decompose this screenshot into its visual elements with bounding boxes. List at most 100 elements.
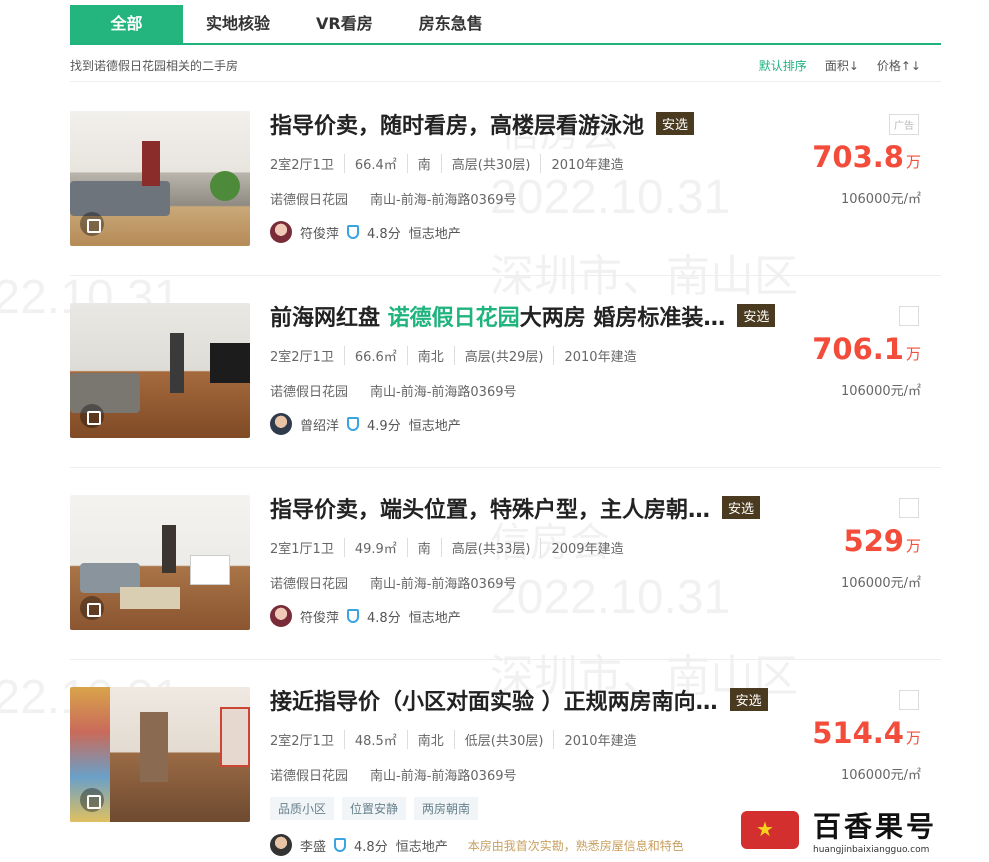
site-logo: 百香果号 huangjinbaixiangguo.com bbox=[735, 802, 975, 858]
agent-name[interactable]: 曾绍洋 bbox=[300, 415, 339, 434]
layout-text: 2室2厅1卫 bbox=[270, 158, 334, 173]
sort-default[interactable]: 默认排序 bbox=[759, 57, 807, 74]
listing-attributes: 2室2厅1卫 66.4㎡ 南 高层(共30层) 2010年建造 bbox=[270, 154, 634, 173]
sort-options: 默认排序 面积↓ 价格↑↓ bbox=[759, 57, 921, 74]
layout-text: 2室1厅1卫 bbox=[270, 542, 334, 557]
agency-name: 恒志地产 bbox=[408, 226, 461, 242]
address-text: 南山-前海-前海路0369号 bbox=[370, 577, 517, 592]
listing-title[interactable]: 指导价卖，端头位置，特殊户型，主人房朝… 安选 bbox=[270, 492, 761, 524]
feature-tag: 品质小区 bbox=[270, 797, 335, 820]
total-price: 703.8 万 bbox=[812, 140, 921, 174]
avatar[interactable] bbox=[270, 221, 292, 243]
floor-text: 高层(共30层) bbox=[440, 154, 541, 173]
layout-text: 2室2厅1卫 bbox=[270, 734, 334, 749]
floor-text: 低层(共30层) bbox=[453, 730, 554, 749]
build-year-text: 2010年建造 bbox=[540, 154, 633, 173]
agency-name: 恒志地产 bbox=[395, 839, 448, 855]
feature-tag: 两房朝南 bbox=[414, 797, 479, 820]
vr-icon bbox=[80, 212, 104, 236]
tab-vr[interactable]: VR看房 bbox=[293, 5, 396, 43]
ad-label bbox=[899, 690, 919, 710]
listing-location: 诺德假日花园 南山-前海-前海路0369号 bbox=[270, 765, 516, 784]
ad-label bbox=[899, 306, 919, 326]
listing-title[interactable]: 前海网红盘 诺德假日花园大两房 婚房标准装… 安选 bbox=[270, 300, 776, 332]
sort-price[interactable]: 价格↑↓ bbox=[877, 57, 921, 74]
anxuan-badge: 安选 bbox=[722, 496, 761, 519]
build-year-text: 2009年建造 bbox=[540, 538, 633, 557]
agency-name: 恒志地产 bbox=[408, 610, 461, 626]
agent-score: 4.8分 bbox=[367, 610, 401, 626]
anxuan-badge: 安选 bbox=[737, 304, 776, 327]
address-text: 南山-前海-前海路0369号 bbox=[370, 769, 517, 784]
community-link[interactable]: 诺德假日花园 bbox=[270, 573, 348, 592]
orientation-text: 南 bbox=[406, 154, 441, 173]
total-price: 514.4 万 bbox=[812, 716, 921, 750]
orientation-text: 南北 bbox=[406, 730, 454, 749]
area-text: 66.4㎡ bbox=[343, 154, 407, 173]
agency-name: 恒志地产 bbox=[408, 418, 461, 434]
listing-title[interactable]: 指导价卖，随时看房，高楼层看游泳池 安选 bbox=[270, 108, 695, 140]
listing-attributes: 2室2厅1卫 66.6㎡ 南北 高层(共29层) 2010年建造 bbox=[270, 346, 647, 365]
agent-info: 符俊萍 4.8分 恒志地产 bbox=[270, 221, 461, 243]
tab-all[interactable]: 全部 bbox=[70, 5, 183, 43]
vr-icon bbox=[80, 596, 104, 620]
listing-card[interactable]: 前海网红盘 诺德假日花园大两房 婚房标准装… 安选 2室2厅1卫 66.6㎡ 南北… bbox=[70, 276, 941, 468]
unit-price: 106000元/㎡ bbox=[840, 384, 921, 399]
unit-price: 106000元/㎡ bbox=[840, 192, 921, 207]
vr-icon bbox=[80, 404, 104, 428]
layout-text: 2室2厅1卫 bbox=[270, 350, 334, 365]
area-text: 49.9㎡ bbox=[343, 538, 407, 557]
listing-photo[interactable] bbox=[70, 111, 250, 246]
listing-title[interactable]: 接近指导价（小区对面实验 ）正规两房南向… 安选 bbox=[270, 684, 768, 716]
agent-info: 符俊萍 4.8分 恒志地产 bbox=[270, 605, 461, 627]
unit-price: 106000元/㎡ bbox=[840, 576, 921, 591]
avatar[interactable] bbox=[270, 605, 292, 627]
community-link[interactable]: 诺德假日花园 bbox=[270, 189, 348, 208]
listing-photo[interactable] bbox=[70, 303, 250, 438]
listing-card[interactable]: 指导价卖，端头位置，特殊户型，主人房朝… 安选 2室1厅1卫 49.9㎡ 南 高层… bbox=[70, 468, 941, 660]
listing-card[interactable]: 指导价卖，随时看房，高楼层看游泳池 安选 广告 2室2厅1卫 66.4㎡ 南 高层… bbox=[70, 84, 941, 276]
area-text: 48.5㎡ bbox=[343, 730, 407, 749]
sort-area[interactable]: 面积↓ bbox=[825, 57, 859, 74]
feature-tags: 品质小区 位置安静 两房朝南 bbox=[270, 797, 479, 820]
agent-name[interactable]: 符俊萍 bbox=[300, 607, 339, 626]
orientation-text: 南 bbox=[406, 538, 441, 557]
tab-urgent[interactable]: 房东急售 bbox=[396, 5, 506, 43]
total-price: 529 万 bbox=[843, 524, 921, 558]
avatar[interactable] bbox=[270, 834, 292, 856]
ad-label bbox=[899, 498, 919, 518]
avatar[interactable] bbox=[270, 413, 292, 435]
listing-attributes: 2室1厅1卫 49.9㎡ 南 高层(共33层) 2009年建造 bbox=[270, 538, 634, 557]
listing-photo[interactable] bbox=[70, 687, 250, 822]
result-bar: 找到诺德假日花园相关的二手房 默认排序 面积↓ 价格↑↓ bbox=[70, 46, 941, 82]
address-text: 南山-前海-前海路0369号 bbox=[370, 193, 517, 208]
verified-shield-icon bbox=[347, 609, 360, 623]
tab-verified[interactable]: 实地核验 bbox=[183, 5, 293, 43]
vr-icon bbox=[80, 788, 104, 812]
build-year-text: 2010年建造 bbox=[553, 346, 646, 365]
agent-score: 4.8分 bbox=[354, 839, 388, 855]
logo-star-icon bbox=[741, 811, 799, 849]
agent-name[interactable]: 符俊萍 bbox=[300, 223, 339, 242]
anxuan-badge: 安选 bbox=[729, 688, 768, 711]
total-price: 706.1 万 bbox=[812, 332, 921, 366]
community-link[interactable]: 诺德假日花园 bbox=[270, 765, 348, 784]
listing-photo[interactable] bbox=[70, 495, 250, 630]
address-text: 南山-前海-前海路0369号 bbox=[370, 385, 517, 400]
filter-tabs: 全部 实地核验 VR看房 房东急售 bbox=[70, 5, 941, 45]
floor-text: 高层(共29层) bbox=[453, 346, 554, 365]
agent-note: 本房由我首次实勘，熟悉房屋信息和特色 bbox=[467, 838, 684, 853]
feature-tag: 位置安静 bbox=[342, 797, 407, 820]
verified-shield-icon bbox=[347, 225, 360, 239]
logo-text: 百香果号 bbox=[813, 810, 938, 843]
community-link[interactable]: 诺德假日花园 bbox=[270, 381, 348, 400]
listing-attributes: 2室2厅1卫 48.5㎡ 南北 低层(共30层) 2010年建造 bbox=[270, 730, 647, 749]
area-text: 66.6㎡ bbox=[343, 346, 407, 365]
build-year-text: 2010年建造 bbox=[553, 730, 646, 749]
unit-price: 106000元/㎡ bbox=[840, 768, 921, 783]
agent-name[interactable]: 李盛 bbox=[300, 836, 326, 855]
listing-location: 诺德假日花园 南山-前海-前海路0369号 bbox=[270, 189, 516, 208]
verified-shield-icon bbox=[334, 838, 347, 852]
listing-location: 诺德假日花园 南山-前海-前海路0369号 bbox=[270, 573, 516, 592]
logo-url: huangjinbaixiangguo.com bbox=[813, 845, 930, 855]
